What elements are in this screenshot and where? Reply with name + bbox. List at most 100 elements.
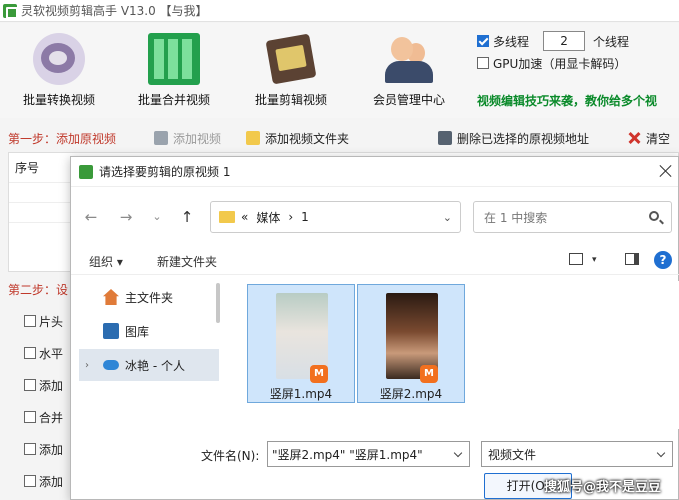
chevron-down-icon[interactable] — [453, 448, 463, 458]
clear-button[interactable]: 清空 — [627, 130, 670, 147]
nav-row: ← → ⌄ ↑ « 媒体 › 1 ⌄ 在 1 中搜索 — [71, 199, 679, 235]
nav-label: 主文件夹 — [125, 290, 174, 305]
batch-merge-button[interactable]: 批量合并视频 — [124, 29, 224, 115]
folder-icon — [219, 211, 235, 223]
search-placeholder: 在 1 中搜索 — [484, 210, 548, 225]
tips-link[interactable]: 视频编辑技巧来袭，教你给多个视 — [477, 92, 657, 109]
clear-x-icon — [627, 131, 641, 145]
list-item[interactable]: 添加 — [24, 433, 63, 465]
file-tile[interactable]: M 竖屏2.mp4 — [357, 284, 465, 403]
list-item[interactable]: 合并 — [24, 401, 63, 433]
address-bar[interactable]: « 媒体 › 1 ⌄ — [210, 201, 500, 233]
step2-label: 第二步：设 — [8, 283, 69, 297]
option-checkbox[interactable] — [24, 443, 36, 455]
option-checkbox[interactable] — [24, 411, 36, 423]
batch-convert-button[interactable]: 批量转换视频 — [9, 29, 109, 115]
media-player-badge-icon: M — [310, 365, 328, 383]
view-dropdown-icon[interactable]: ▾ — [592, 255, 597, 265]
option-label: 片头 — [39, 314, 64, 329]
recent-chevron-icon[interactable]: ⌄ — [147, 207, 167, 227]
view-mode-icon[interactable] — [569, 253, 583, 265]
multithread-checkbox[interactable] — [477, 35, 489, 47]
close-icon[interactable] — [658, 163, 674, 179]
chevron-down-icon[interactable] — [656, 448, 666, 458]
delete-icon — [438, 131, 452, 145]
onedrive-icon — [103, 360, 119, 370]
member-center-button[interactable]: 会员管理中心 — [359, 29, 459, 115]
home-icon — [103, 289, 119, 305]
batch-cut-button[interactable]: 批量剪辑视频 — [241, 29, 341, 115]
list-item[interactable]: 添加 — [24, 465, 63, 497]
tool-label: 批量转换视频 — [22, 93, 95, 107]
filetype-value: 视频文件 — [488, 447, 537, 462]
merge-icon — [148, 33, 200, 85]
navigation-pane: 主文件夹 图库 › 冰艳 - 个人 — [79, 281, 229, 429]
nav-item-home[interactable]: 主文件夹 — [79, 281, 219, 313]
option-label: 合并 — [39, 410, 64, 425]
option-checkbox[interactable] — [24, 475, 36, 487]
list-item[interactable]: 添加 — [24, 369, 63, 401]
option-checkbox[interactable] — [24, 315, 36, 327]
breadcrumb-media[interactable]: 媒体 — [256, 209, 280, 226]
expand-chevron-icon[interactable]: › — [85, 360, 89, 371]
filename-input[interactable]: "竖屏2.mp4" "竖屏1.mp4" — [267, 441, 470, 467]
preview-pane-icon[interactable] — [625, 253, 639, 265]
step1-label: 第一步：添加原视频 — [8, 131, 117, 146]
thread-unit-label: 个线程 — [593, 34, 630, 49]
options-panel: 多线程 2 个线程 GPU加速（用显卡解码） — [477, 30, 679, 74]
add-folder-button[interactable]: 添加视频文件夹 — [246, 130, 349, 147]
organize-menu[interactable]: 组织 ▾ — [89, 253, 123, 270]
step1-bar: 第一步：添加原视频 添加视频 添加视频文件夹 删除已选择的原视频地址 清空 — [0, 126, 679, 150]
file-open-dialog: 请选择要剪辑的原视频 1 ← → ⌄ ↑ « 媒体 › 1 ⌄ 在 1 中搜索 … — [70, 156, 679, 500]
back-arrow-icon[interactable]: ← — [81, 207, 101, 227]
up-arrow-icon[interactable]: ↑ — [177, 207, 197, 227]
nav-label: 图库 — [125, 324, 150, 339]
add-video-label: 添加视频 — [173, 131, 222, 146]
folder-icon — [246, 131, 260, 145]
file-list[interactable]: M 竖屏1.mp4 M 竖屏2.mp4 — [233, 281, 679, 429]
cut-icon — [265, 33, 317, 85]
breadcrumb-current[interactable]: 1 — [301, 210, 309, 224]
option-label: 添加 — [39, 378, 64, 393]
app-titlebar: 灵软视频剪辑高手 V13.0 【与我】 — [0, 0, 679, 22]
thread-count-input[interactable]: 2 — [543, 31, 586, 51]
add-video-icon — [154, 131, 168, 145]
app-logo-icon — [79, 164, 93, 179]
clear-label: 清空 — [646, 131, 671, 146]
option-checkbox[interactable] — [24, 347, 36, 359]
tool-label: 批量合并视频 — [137, 93, 210, 107]
delete-selected-button[interactable]: 删除已选择的原视频地址 — [438, 130, 589, 147]
list-item[interactable]: 水平 — [24, 337, 63, 369]
address-dropdown-icon[interactable]: ⌄ — [443, 211, 452, 224]
help-icon[interactable]: ? — [654, 251, 672, 269]
gpu-checkbox[interactable] — [477, 57, 489, 69]
app-title: 灵软视频剪辑高手 V13.0 【与我】 — [21, 4, 208, 18]
dialog-titlebar: 请选择要剪辑的原视频 1 — [71, 157, 678, 187]
breadcrumb-chevron: « — [241, 210, 249, 224]
option-checkbox[interactable] — [24, 379, 36, 391]
search-icon — [649, 211, 659, 221]
option-label: 添加 — [39, 474, 64, 489]
gallery-icon — [103, 323, 119, 339]
option-label: 添加 — [39, 442, 64, 457]
gpu-label: GPU加速（用显卡解码） — [493, 56, 627, 71]
tool-label: 会员管理中心 — [372, 93, 445, 107]
file-name: 竖屏1.mp4 — [269, 387, 333, 401]
main-toolbar: 批量转换视频 批量合并视频 批量剪辑视频 会员管理中心 多线程 2 个线程 GP… — [0, 23, 679, 118]
member-icon — [383, 33, 435, 85]
nav-item-gallery[interactable]: 图库 — [79, 315, 219, 347]
dialog-title: 请选择要剪辑的原视频 1 — [99, 165, 231, 179]
forward-arrow-icon[interactable]: → — [116, 207, 136, 227]
nav-item-onedrive[interactable]: › 冰艳 - 个人 — [79, 349, 219, 381]
list-item[interactable]: 片头 — [24, 305, 63, 337]
add-video-button[interactable]: 添加视频 — [154, 130, 221, 147]
media-player-badge-icon: M — [420, 365, 438, 383]
app-logo-icon — [3, 3, 18, 19]
breadcrumb-separator: › — [288, 210, 294, 224]
nav-scrollbar[interactable] — [216, 283, 220, 323]
filetype-select[interactable]: 视频文件 — [481, 441, 673, 467]
step2-options: 片头 水平 添加 合并 添加 添加 — [24, 305, 63, 497]
file-tile[interactable]: M 竖屏1.mp4 — [247, 284, 355, 403]
new-folder-button[interactable]: 新建文件夹 — [157, 253, 217, 270]
search-input[interactable]: 在 1 中搜索 — [473, 201, 672, 233]
